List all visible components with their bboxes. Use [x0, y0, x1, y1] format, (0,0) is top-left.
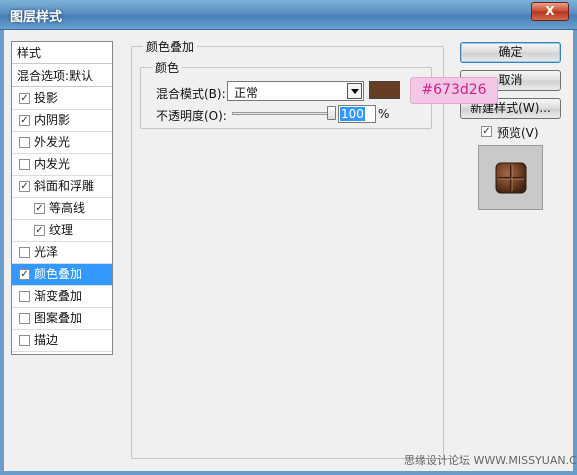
opacity-slider-track[interactable]: [232, 112, 332, 115]
close-button[interactable]: X: [531, 2, 569, 21]
color-overlay-title: 颜色叠加: [143, 38, 198, 55]
checkbox-texture[interactable]: ✓: [34, 225, 45, 236]
checkbox-color-overlay[interactable]: ✓: [19, 269, 30, 280]
checkbox-contour[interactable]: ✓: [34, 203, 45, 214]
color-hex-callout: #673d26: [410, 77, 498, 104]
style-item-label: 斜面和浮雕: [34, 179, 95, 193]
style-item-pattern-overlay[interactable]: 图案叠加: [12, 308, 112, 330]
style-item-label: 光泽: [34, 245, 59, 259]
checkbox-inner-glow[interactable]: [19, 159, 30, 170]
checkbox-outer-glow[interactable]: [19, 137, 30, 148]
ok-button[interactable]: 确定: [460, 42, 561, 63]
style-item-inner-glow[interactable]: 内发光: [12, 154, 112, 176]
preview-label: 预览(V): [497, 126, 539, 140]
check-icon: ✓: [20, 115, 29, 126]
style-item-color-overlay[interactable]: ✓ 颜色叠加: [12, 264, 112, 286]
style-item-label: 颜色叠加: [34, 267, 83, 281]
style-item-outer-glow[interactable]: 外发光: [12, 132, 112, 154]
check-icon: ✓: [20, 181, 29, 192]
window-title: 图层样式: [10, 10, 63, 25]
opacity-input[interactable]: 100: [338, 105, 376, 123]
style-item-label: 描边: [34, 333, 59, 347]
checkbox-gradient-overlay[interactable]: [19, 291, 30, 302]
blend-mode-label: 混合模式(B):: [156, 87, 226, 101]
check-icon: ✓: [482, 126, 491, 137]
overlay-color-swatch[interactable]: [369, 81, 400, 99]
checkbox-stroke[interactable]: [19, 335, 30, 346]
opacity-label: 不透明度(O):: [156, 109, 227, 123]
blending-options-item[interactable]: 混合选项:默认: [12, 65, 112, 87]
watermark-text: 思缘设计论坛 WWW.MISSYUAN.COM: [404, 454, 577, 467]
checkbox-satin[interactable]: [19, 247, 30, 258]
style-item-label: 内发光: [34, 157, 71, 171]
style-item-inner-shadow[interactable]: ✓ 内阴影: [12, 110, 112, 132]
style-item-label: 渐变叠加: [34, 289, 83, 303]
opacity-unit: %: [378, 107, 390, 121]
style-item-label: 内阴影: [34, 113, 71, 127]
preview-toggle[interactable]: ✓ 预览(V): [481, 124, 571, 140]
style-item-bevel-emboss[interactable]: ✓ 斜面和浮雕: [12, 176, 112, 198]
chevron-down-icon[interactable]: [347, 83, 362, 99]
checkbox-pattern-overlay[interactable]: [19, 313, 30, 324]
styles-header[interactable]: 样式: [12, 42, 112, 64]
check-icon: ✓: [35, 203, 44, 214]
preview-swatch-icon: [495, 162, 527, 194]
check-icon: ✓: [20, 269, 29, 280]
check-icon: ✓: [35, 225, 44, 236]
blend-mode-select[interactable]: 正常: [227, 81, 364, 101]
style-preview: [478, 145, 543, 210]
title-bar: [0, 0, 577, 30]
preview-checkbox[interactable]: ✓: [481, 126, 492, 137]
opacity-value: 100: [340, 107, 365, 121]
opacity-slider-handle[interactable]: [327, 106, 336, 120]
checkbox-bevel-emboss[interactable]: ✓: [19, 181, 30, 192]
style-item-label: 等高线: [49, 201, 86, 215]
style-item-texture[interactable]: ✓ 纹理: [12, 220, 112, 242]
styles-list: 样式 混合选项:默认 ✓ 投影 ✓ 内阴影 外发光 内发光 ✓ 斜面和浮雕 ✓ …: [11, 41, 113, 355]
color-group-title: 颜色: [152, 59, 183, 76]
check-icon: ✓: [20, 93, 29, 104]
style-item-drop-shadow[interactable]: ✓ 投影: [12, 88, 112, 110]
style-item-label: 外发光: [34, 135, 71, 149]
style-item-satin[interactable]: 光泽: [12, 242, 112, 264]
style-item-label: 图案叠加: [34, 311, 83, 325]
style-item-label: 纹理: [49, 223, 74, 237]
style-item-gradient-overlay[interactable]: 渐变叠加: [12, 286, 112, 308]
style-item-stroke[interactable]: 描边: [12, 330, 112, 352]
style-item-contour[interactable]: ✓ 等高线: [12, 198, 112, 220]
checkbox-drop-shadow[interactable]: ✓: [19, 93, 30, 104]
blend-mode-value: 正常: [234, 86, 259, 100]
style-item-label: 投影: [34, 91, 59, 105]
checkbox-inner-shadow[interactable]: ✓: [19, 115, 30, 126]
